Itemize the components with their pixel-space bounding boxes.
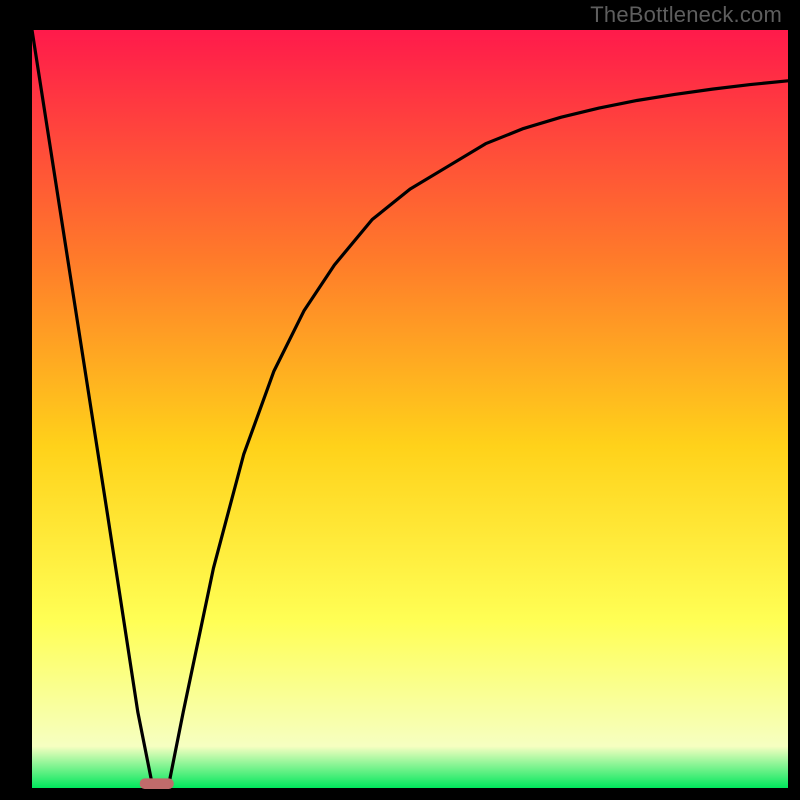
watermark-text: TheBottleneck.com xyxy=(590,2,782,28)
marker-pill xyxy=(140,778,174,789)
plot-background xyxy=(32,30,788,788)
chart-frame: { "watermark": "TheBottleneck.com", "cha… xyxy=(0,0,800,800)
bottleneck-chart xyxy=(0,0,800,800)
